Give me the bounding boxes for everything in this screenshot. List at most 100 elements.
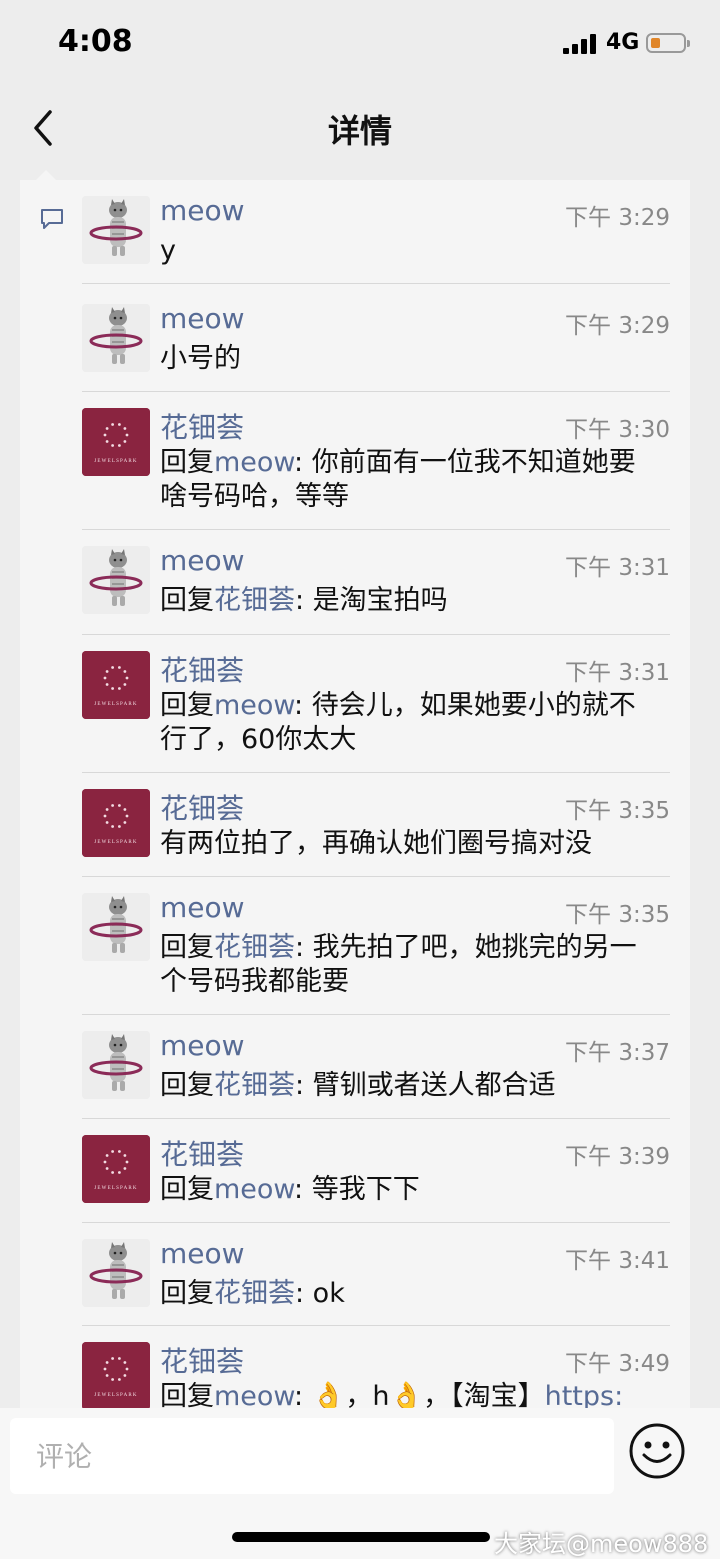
svg-text:JEWELSPARK: JEWELSPARK [94,1186,138,1191]
comment-time: 下午 3:31 [565,660,670,686]
comment-item[interactable]: meow 下午 3:29 小号的 [82,288,670,392]
comment-time: 下午 3:29 [565,205,670,231]
commenter-name[interactable]: meow [160,891,245,924]
avatar[interactable]: JEWELSPARK [82,651,150,719]
comment-text-line: y [160,234,672,268]
commenter-name[interactable]: 花钿荟 [160,406,244,446]
reply-target[interactable]: 花钿荟 [214,932,295,963]
comment-text: 回复meow: 你前面有一位我不知道她要 啥号码哈，等等 [160,446,672,514]
reply-prefix: 回复 [160,1070,214,1101]
svg-text:JEWELSPARK: JEWELSPARK [94,840,138,845]
avatar[interactable]: JEWELSPARK [82,1135,150,1203]
comment-item[interactable]: meow 下午 3:29 y [82,180,670,284]
comment-text-line: 回复meow: 等我下下 [160,1173,672,1207]
comment-body: : 待会儿，如果她要小的就不 [294,690,636,721]
avatar[interactable] [82,196,150,264]
comment-text: 回复花钿荟: 我先拍了吧，她挑完的另一 个号码我都能要 [160,931,672,999]
comment-time: 下午 3:41 [565,1248,670,1274]
commenter-name[interactable]: 花钿荟 [160,1340,244,1380]
commenter-name[interactable]: meow [160,1029,245,1062]
comment-text-line: 回复花钿荟: 臂钏或者送人都合适 [160,1069,672,1103]
comment-item[interactable]: meow 下午 3:35 回复花钿荟: 我先拍了吧，她挑完的另一 个号码我都能要 [82,877,670,1015]
comment-item[interactable]: meow 下午 3:37 回复花钿荟: 臂钏或者送人都合适 [82,1015,670,1119]
commenter-name[interactable]: 花钿荟 [160,787,244,827]
comment-text-line: 回复meow: 你前面有一位我不知道她要 [160,446,672,480]
comment-body: 啥号码哈，等等 [160,481,349,512]
comment-body: 个号码我都能要 [160,966,349,997]
commenter-name[interactable]: 花钿荟 [160,649,244,689]
comment-body: : 臂钏或者送人都合适 [295,1070,556,1101]
comment-item[interactable]: meow 下午 3:31 回复花钿荟: 是淘宝拍吗 [82,530,670,635]
comment-text-line: 回复花钿荟: 我先拍了吧，她挑完的另一 [160,931,672,965]
comment-body: : ok [295,1278,345,1309]
reply-prefix: 回复 [160,932,214,963]
reply-target[interactable]: 花钿荟 [214,1070,295,1101]
commenter-name[interactable]: meow [160,544,245,577]
comment-text-line: 有两位拍了，再确认她们圈号搞对没 [160,827,672,861]
svg-text:JEWELSPARK: JEWELSPARK [94,1393,138,1398]
comment-text: 回复花钿荟: ok [160,1277,672,1311]
reply-prefix: 回复 [160,690,214,721]
comment-input[interactable] [10,1418,614,1494]
comment-time: 下午 3:39 [565,1144,670,1170]
comment-body: : 我先拍了吧，她挑完的另一 [295,932,637,963]
network-type: 4G [606,30,640,55]
comment-time: 下午 3:31 [565,555,670,581]
comment-text: 有两位拍了，再确认她们圈号搞对没 [160,827,672,861]
reply-target[interactable]: 花钿荟 [214,585,295,616]
reply-target[interactable]: meow [214,1174,294,1205]
reply-prefix: 回复 [160,1278,214,1309]
page-title: 详情 [327,112,392,150]
battery-icon [646,33,690,53]
comment-time: 下午 3:29 [565,313,670,339]
comment-time: 下午 3:35 [565,902,670,928]
svg-text:JEWELSPARK: JEWELSPARK [94,459,138,464]
avatar[interactable] [82,1031,150,1099]
comment-text: 回复meow: 等我下下 [160,1173,672,1207]
comment-body: y [160,235,176,266]
comment-text: 回复花钿荟: 是淘宝拍吗 [160,584,672,618]
comment-text: y [160,234,672,268]
avatar[interactable] [82,304,150,372]
comment-time: 下午 3:37 [565,1040,670,1066]
avatar[interactable] [82,546,150,614]
comment-text: 回复meow: 待会儿，如果她要小的就不 行了，60你太大 [160,689,672,757]
comment-item[interactable]: JEWELSPARK 花钿荟 下午 3:35 有两位拍了，再确认她们圈号搞对没 [82,773,670,877]
avatar[interactable]: JEWELSPARK [82,789,150,857]
reply-target[interactable]: meow [214,690,294,721]
panel-notch [36,170,56,180]
comment-text-line: 回复花钿荟: ok [160,1277,672,1311]
commenter-name[interactable]: meow [160,302,245,335]
commenter-name[interactable]: meow [160,194,245,227]
divider [82,283,670,284]
comment-item[interactable]: JEWELSPARK 花钿荟 下午 3:39 回复meow: 等我下下 [82,1119,670,1223]
comment-body: 有两位拍了，再确认她们圈号搞对没 [160,828,592,859]
status-bar: 4:08 4G [0,0,720,88]
emoji-icon[interactable] [628,1422,686,1480]
comment-body: 小号的 [160,343,241,374]
avatar[interactable]: JEWELSPARK [82,408,150,476]
home-indicator [232,1532,490,1542]
comment-text-line: 个号码我都能要 [160,965,672,999]
comment-time: 下午 3:30 [565,417,670,443]
comment-text-line: 回复meow: 待会儿，如果她要小的就不 [160,689,672,723]
reply-prefix: 回复 [160,1174,214,1205]
reply-target[interactable]: meow [214,447,294,478]
reply-target[interactable]: 花钿荟 [214,1278,295,1309]
comment-item[interactable]: meow 下午 3:41 回复花钿荟: ok [82,1223,670,1326]
status-time: 4:08 [58,24,133,59]
comment-body: : 是淘宝拍吗 [295,585,448,616]
reply-prefix: 回复 [160,447,214,478]
nav-bar: 详情 [0,88,720,168]
comment-item[interactable]: JEWELSPARK 花钿荟 下午 3:30 回复meow: 你前面有一位我不知道她要… [82,392,670,530]
comment-item[interactable]: JEWELSPARK 花钿荟 下午 3:31 回复meow: 待会儿，如果她要小的就不… [82,635,670,773]
avatar[interactable] [82,1239,150,1307]
comment-body: 行了，60你太大 [160,724,357,755]
signal-icon [563,34,599,54]
avatar[interactable]: JEWELSPARK [82,1342,150,1410]
commenter-name[interactable]: 花钿荟 [160,1133,244,1173]
comment-time: 下午 3:35 [565,798,670,824]
commenter-name[interactable]: meow [160,1237,245,1270]
watermark: 大家坛@meow888 [494,1530,709,1558]
avatar[interactable] [82,893,150,961]
